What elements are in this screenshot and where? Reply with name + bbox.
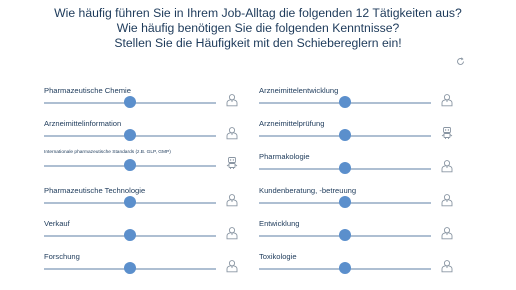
slider-kundenberatung: Kundenberatung, -betreuung <box>259 186 459 216</box>
slider-pharmakologie: Pharmakologie <box>259 152 459 182</box>
slider-label: Forschung <box>44 252 80 261</box>
slider-label: Arzneimittelentwicklung <box>259 86 339 95</box>
slider-handle[interactable] <box>339 229 351 241</box>
person-icon <box>440 226 454 240</box>
slider-label: Entwicklung <box>259 219 300 228</box>
slider-forschung: Forschung <box>44 252 244 282</box>
slider-entwicklung: Entwicklung <box>259 219 459 249</box>
slider-label: Internationale pharmazeutische Standards… <box>44 150 171 155</box>
slider-arzneimittelinformation: Arzneimittelinformation <box>44 119 244 149</box>
slider-handle[interactable] <box>124 96 136 108</box>
robot-icon <box>225 156 239 170</box>
person-icon <box>440 93 454 107</box>
slider-pharmazeutische-chemie: Pharmazeutische Chemie <box>44 86 244 116</box>
slider-pharmazeutische-technologie: Pharmazeutische Technologie <box>44 186 244 216</box>
slider-handle[interactable] <box>339 162 351 174</box>
person-icon <box>225 226 239 240</box>
slider-handle[interactable] <box>124 229 136 241</box>
slider-handle[interactable] <box>124 159 136 171</box>
slider-label: Arzneimittelprüfung <box>259 119 325 128</box>
question-line-2: Wie häufig benötigen Sie die folgenden K… <box>116 21 400 35</box>
slider-handle[interactable] <box>339 262 351 274</box>
person-icon <box>440 259 454 273</box>
person-icon <box>225 259 239 273</box>
refresh-icon[interactable] <box>456 57 465 66</box>
robot-icon <box>440 126 454 140</box>
slider-handle[interactable] <box>339 196 351 208</box>
slider-handle[interactable] <box>339 96 351 108</box>
slider-toxikologie: Toxikologie <box>259 252 459 282</box>
question-line-1: Wie häufig führen Sie in Ihrem Job-Allta… <box>54 6 462 20</box>
slider-internationale-standards: Internationale pharmazeutische Standards… <box>44 149 244 179</box>
slider-handle[interactable] <box>124 262 136 274</box>
person-icon <box>225 193 239 207</box>
person-icon <box>225 93 239 107</box>
person-icon <box>440 193 454 207</box>
slider-label: Pharmazeutische Technologie <box>44 186 146 195</box>
slider-handle[interactable] <box>339 129 351 141</box>
slider-label: Pharmazeutische Chemie <box>44 86 131 95</box>
slider-label: Verkauf <box>44 219 70 228</box>
person-icon <box>225 126 239 140</box>
slider-arzneimittelentwicklung: Arzneimittelentwicklung <box>259 86 459 116</box>
slider-verkauf: Verkauf <box>44 219 244 249</box>
slider-label: Kundenberatung, -betreuung <box>259 186 357 195</box>
slider-label: Arzneimittelinformation <box>44 119 122 128</box>
slider-handle[interactable] <box>124 129 136 141</box>
slider-arzneimittelpruefung: Arzneimittelprüfung <box>259 119 459 149</box>
slider-label: Toxikologie <box>259 252 297 261</box>
question-header: Wie häufig führen Sie in Ihrem Job-Allta… <box>0 6 516 51</box>
slider-handle[interactable] <box>124 196 136 208</box>
slider-label: Pharmakologie <box>259 152 310 161</box>
question-line-3: Stellen Sie die Häufigkeit mit den Schie… <box>114 36 402 50</box>
person-icon <box>440 159 454 173</box>
